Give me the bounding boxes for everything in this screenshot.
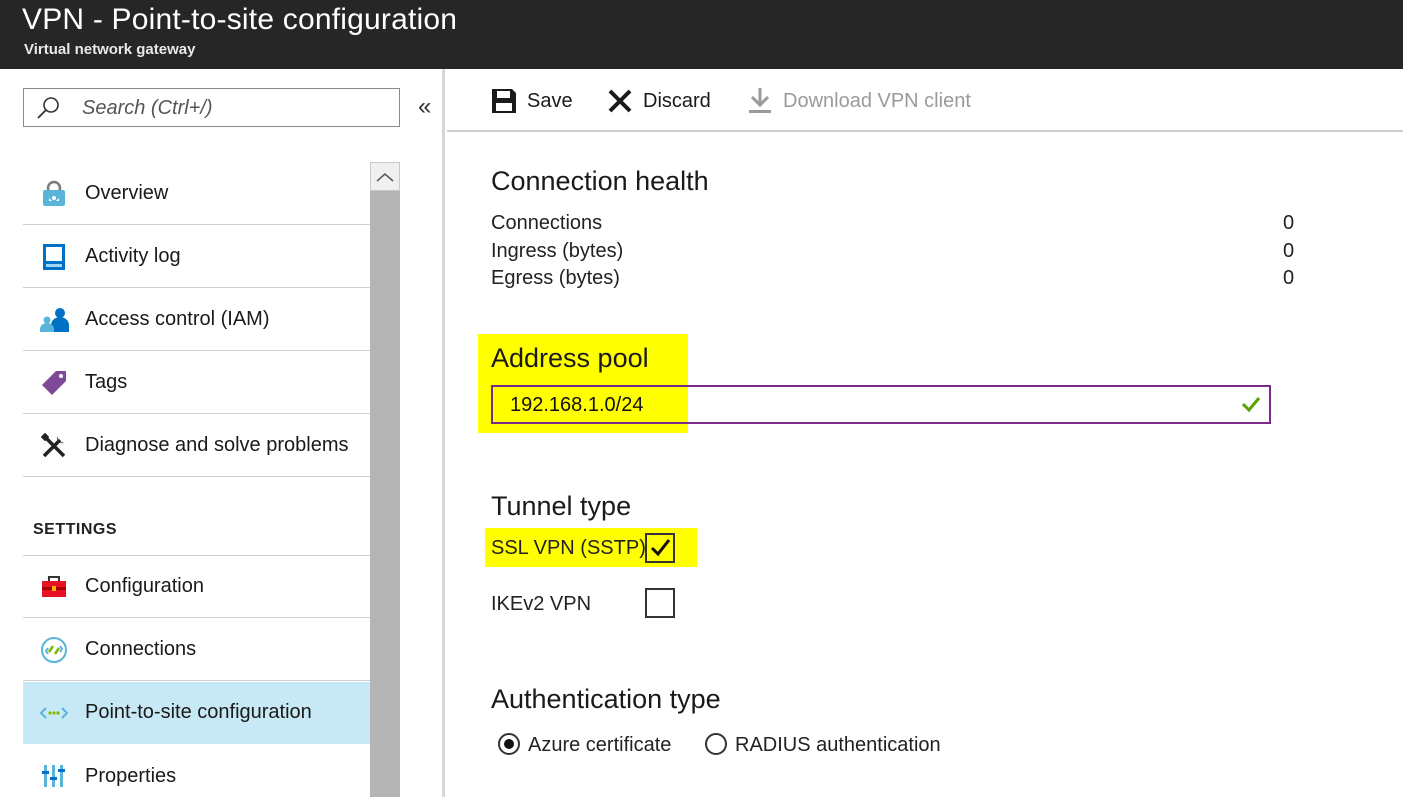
close-icon — [605, 86, 635, 116]
azure-certificate-label: Azure certificate — [528, 734, 672, 756]
authentication-type-heading: Authentication type — [491, 684, 721, 714]
address-pool-input[interactable]: 192.168.1.0/24 — [491, 385, 1271, 424]
sidebar-item-label: Point-to-site configuration — [85, 701, 312, 723]
sidebar-item-properties[interactable]: Properties — [23, 745, 370, 797]
toolbox-icon — [23, 556, 85, 618]
address-pool-heading: Address pool — [491, 343, 649, 373]
ingress-value: 0 — [1283, 240, 1295, 262]
pane-divider — [442, 69, 445, 797]
iam-icon — [23, 289, 85, 351]
sidebar-item-label: Properties — [85, 764, 177, 787]
scroll-up-button[interactable] — [370, 162, 400, 191]
tag-icon — [23, 352, 85, 414]
sidebar-item-iam[interactable]: Access control (IAM) — [23, 289, 370, 351]
activity-log-icon — [23, 226, 85, 288]
ingress-label: Ingress (bytes) — [491, 240, 624, 262]
sidebar-item-label: Diagnose and solve problems — [85, 434, 349, 456]
valid-check-icon — [1241, 395, 1261, 418]
checkmark-icon — [650, 539, 671, 557]
overview-icon — [23, 163, 85, 225]
sidebar: « Overview Activity log Access control (… — [0, 69, 444, 797]
download-vpn-client-button[interactable]: Download VPN client — [745, 86, 971, 116]
egress-label: Egress (bytes) — [491, 267, 620, 289]
sstp-checkbox[interactable] — [645, 533, 675, 563]
wrench-icon — [23, 415, 85, 477]
ikev2-checkbox[interactable] — [645, 588, 675, 618]
point-to-site-icon — [23, 682, 85, 744]
sidebar-item-configuration[interactable]: Configuration — [23, 556, 370, 618]
discard-button[interactable]: Discard — [605, 86, 711, 116]
blade-header: VPN - Point-to-site configuration Virtua… — [0, 0, 1403, 69]
settings-section-label: SETTINGS — [33, 521, 118, 538]
azure-certificate-radio[interactable] — [498, 733, 520, 755]
connections-value: 0 — [1283, 212, 1295, 234]
connections-label: Connections — [491, 212, 603, 234]
radius-authentication-label: RADIUS authentication — [735, 734, 941, 756]
search-icon — [36, 96, 62, 120]
sidebar-item-label: Tags — [85, 371, 128, 393]
sidebar-item-activity-log[interactable]: Activity log — [23, 226, 370, 288]
connections-icon — [23, 619, 85, 681]
search-input[interactable] — [82, 93, 382, 123]
ikev2-label: IKEv2 VPN — [491, 593, 592, 615]
save-label: Save — [527, 89, 573, 112]
radio-selected-dot — [504, 739, 514, 749]
command-bar: Save Discard Download VPN client — [447, 69, 1403, 132]
chevron-up-icon — [376, 172, 394, 182]
sstp-label: SSL VPN (SSTP) — [491, 537, 646, 559]
sidebar-item-label: Connections — [85, 638, 197, 660]
sidebar-item-label: Access control (IAM) — [85, 308, 270, 330]
sidebar-scrollbar[interactable] — [370, 162, 400, 797]
sidebar-item-overview[interactable]: Overview — [23, 163, 370, 225]
save-icon — [489, 86, 519, 116]
sidebar-item-label: Activity log — [85, 245, 181, 267]
sidebar-item-point-to-site[interactable]: Point-to-site configuration — [23, 682, 370, 744]
download-icon — [745, 86, 775, 116]
sidebar-item-label: Configuration — [85, 575, 204, 597]
sidebar-item-diagnose[interactable]: Diagnose and solve problems — [23, 415, 370, 477]
page-subtitle: Virtual network gateway — [24, 41, 196, 58]
sidebar-item-connections[interactable]: Connections — [23, 619, 370, 681]
save-button[interactable]: Save — [489, 86, 573, 116]
connection-health-heading: Connection health — [491, 166, 709, 196]
sidebar-item-label: Overview — [85, 182, 169, 204]
egress-value: 0 — [1283, 267, 1295, 289]
download-label: Download VPN client — [783, 89, 971, 112]
discard-label: Discard — [643, 89, 711, 112]
search-box[interactable] — [23, 88, 400, 127]
sidebar-item-tags[interactable]: Tags — [23, 352, 370, 414]
radius-authentication-radio[interactable] — [705, 733, 727, 755]
properties-icon — [23, 745, 85, 797]
collapse-sidebar-button[interactable]: « — [418, 93, 431, 121]
tunnel-type-heading: Tunnel type — [491, 491, 632, 521]
address-pool-value: 192.168.1.0/24 — [510, 394, 644, 416]
page-title: VPN - Point-to-site configuration — [22, 3, 458, 36]
